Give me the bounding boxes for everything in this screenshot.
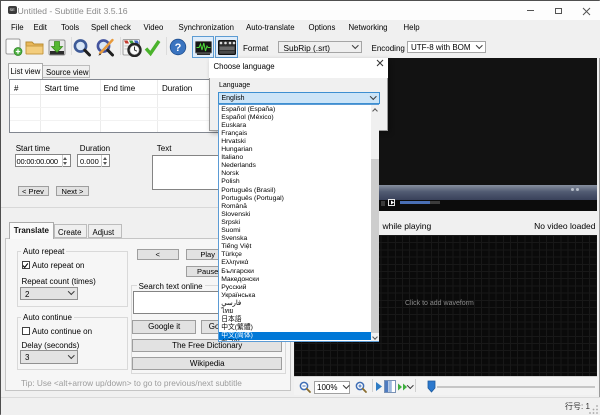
svg-text:?: ? — [175, 42, 182, 54]
